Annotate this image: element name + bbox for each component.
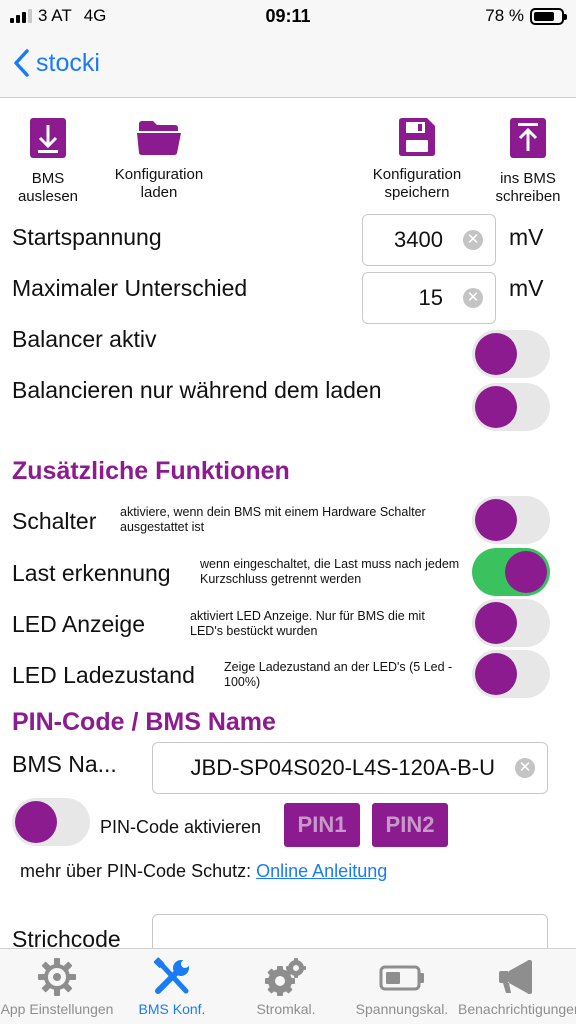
balancer-active-toggle[interactable] [472,330,550,378]
back-button[interactable]: stocki [12,48,100,78]
tools-icon [153,957,189,994]
balance-charging-toggle[interactable] [472,383,550,431]
save-icon [399,118,435,156]
led-charge-label: LED Ladezustand [12,662,195,688]
pin-activate-label: PIN-Code aktivieren [100,817,262,837]
tab-voltage-calibration[interactable]: Spannungskal. [346,949,458,1024]
read-bms-label-1: BMS [31,170,65,187]
load-config-label-1: Konfiguration [114,166,204,183]
load-config-label-2: laden [140,184,178,201]
led-display-label: LED Anzeige [12,611,145,637]
tab-notifications[interactable]: Benachrichtigungen [458,949,576,1024]
battery-icon [379,965,424,991]
tab-label: Benachrichtigungen [458,1001,576,1017]
load-detect-toggle[interactable] [472,548,550,596]
tab-bar: App Einstellungen BMS Konf. Stromkal. Sp… [0,948,576,1024]
battery-info: 78 % [485,6,567,26]
balance-charging-label: Balancieren nur während dem laden [12,377,382,403]
switch-hint: aktiviere, wenn dein BMS mit einem Hardw… [120,505,426,534]
led-display-toggle[interactable] [472,599,550,647]
gear-icon [38,958,76,996]
folder-icon [137,121,181,155]
status-bar: 3 AT 4G 09:11 78 % [0,0,576,34]
pin1-button[interactable]: PIN1 [284,803,360,847]
load-detect-label: Last erkennung [12,560,171,586]
battery-status-icon [530,7,567,25]
write-bms-label-2: schreiben [495,188,561,205]
tab-current-calibration[interactable]: Stromkal. [232,949,340,1024]
max-difference-value: 15 [418,285,443,310]
battery-percent: 78 % [485,6,524,25]
write-bms-button[interactable]: ins BMS schreiben [488,118,568,206]
clear-icon[interactable]: ✕ [463,230,483,250]
bms-name-value: JBD-SP04S020-L4S-120A-B-U [190,755,495,780]
tab-app-settings[interactable]: App Einstellungen [0,949,114,1024]
max-difference-label: Maximaler Unterschied [12,275,248,301]
load-config-button[interactable]: Konfiguration laden [106,118,212,202]
clear-icon[interactable]: ✕ [463,288,483,308]
start-voltage-unit: mV [509,224,544,250]
online-guide-link[interactable]: Online Anleitung [256,861,387,881]
tab-label: BMS Konf. [138,1001,206,1017]
bms-name-label: BMS Na... [12,751,117,777]
pin2-button[interactable]: PIN2 [372,803,448,847]
upload-icon [510,118,546,158]
save-config-button[interactable]: Konfiguration speichern [364,118,470,202]
start-voltage-label: Startspannung [12,224,162,250]
pin-info-text: mehr über PIN-Code Schutz: [20,861,252,881]
balancer-active-label: Balancer aktiv [12,326,157,352]
pin-section-title: PIN-Code / BMS Name [12,708,276,736]
pin-activate-toggle[interactable] [12,798,90,846]
read-bms-label-2: auslesen [17,188,79,205]
chevron-left-icon [14,49,29,77]
gears-icon [265,958,306,996]
led-display-hint: aktiviert LED Anzeige. Nur für BMS die m… [190,609,425,638]
save-config-label-2: speichern [384,184,450,201]
extra-functions-title: Zusätzliche Funktionen [12,457,290,485]
navigation-bar: stocki [0,34,576,98]
max-difference-input[interactable]: 15 ✕ [362,272,496,324]
tab-bms-config[interactable]: BMS Konf. [118,949,226,1024]
start-voltage-value: 3400 [394,227,443,252]
switch-label: Schalter [12,508,97,534]
tab-label: Spannungskal. [355,1001,449,1017]
download-icon [30,118,66,158]
switch-toggle[interactable] [472,496,550,544]
read-bms-button[interactable]: BMS auslesen [14,118,82,206]
led-charge-hint: Zeige Ladezustand an der LED's (5 Led - … [224,660,453,689]
start-voltage-input[interactable]: 3400 ✕ [362,214,496,266]
load-detect-hint: wenn eingeschaltet, die Last muss nach j… [200,557,460,586]
tab-label: Stromkal. [256,1001,316,1017]
save-config-label-1: Konfiguration [372,166,462,183]
tab-label: App Einstellungen [0,1001,114,1017]
bms-name-input[interactable]: JBD-SP04S020-L4S-120A-B-U ✕ [152,742,548,794]
megaphone-icon [499,960,532,994]
clear-icon[interactable]: ✕ [515,758,535,778]
write-bms-label-1: ins BMS [500,170,556,187]
led-charge-toggle[interactable] [472,650,550,698]
pin-info-row: mehr über PIN-Code Schutz: Online Anleit… [20,861,387,882]
back-label: stocki [36,48,100,77]
max-difference-unit: mV [509,275,544,301]
